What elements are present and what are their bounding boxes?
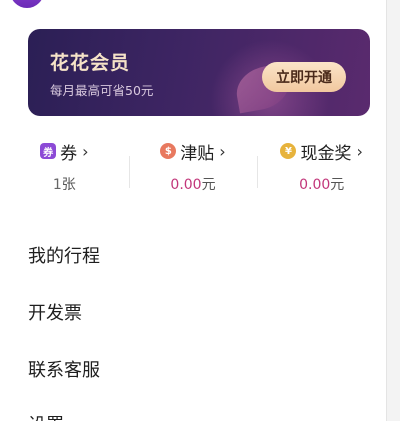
stat-value: 0.00 <box>299 177 331 193</box>
open-vip-button[interactable]: 立即开通 <box>262 62 346 92</box>
stat-label: 券 <box>60 143 78 164</box>
stat-cash-reward[interactable]: ¥ 现金奖 › 0.00元 <box>257 138 386 198</box>
subsidy-icon: $ <box>160 143 177 159</box>
cash-reward-icon: ¥ <box>280 143 297 159</box>
avatar[interactable] <box>10 0 44 8</box>
stat-value: 1 <box>52 177 62 193</box>
chevron-right-icon: › <box>356 141 363 161</box>
menu-item-settings[interactable]: 设置 <box>28 411 64 421</box>
chevron-right-icon: › <box>219 141 226 161</box>
page-edge <box>386 0 400 421</box>
stat-subsidy[interactable]: $ 津贴 › 0.00元 <box>128 138 258 198</box>
stat-value: 0.00 <box>170 177 202 193</box>
menu-item-my-trips[interactable]: 我的行程 <box>28 242 100 268</box>
menu-item-customer-service[interactable]: 联系客服 <box>28 356 100 382</box>
stat-unit: 元 <box>201 177 216 193</box>
stat-label: 津贴 <box>180 143 215 164</box>
stat-coupon[interactable]: 券 券 › 1张 <box>0 138 129 198</box>
vip-subtitle: 每月最高可省50元 <box>50 83 154 98</box>
vip-title: 花花会员 <box>50 52 131 74</box>
chevron-right-icon: › <box>82 141 89 161</box>
coupon-icon: 券 <box>40 143 57 159</box>
wallet-stats: 券 券 › 1张 $ 津贴 › 0.00元 ¥ 现金奖 › 0.00元 <box>0 138 386 198</box>
stat-unit: 元 <box>330 177 345 193</box>
stat-unit: 张 <box>61 177 76 193</box>
vip-banner[interactable]: 花花会员 每月最高可省50元 立即开通 <box>28 29 370 116</box>
stat-label: 现金奖 <box>300 143 352 164</box>
menu-item-invoice[interactable]: 开发票 <box>28 299 82 325</box>
